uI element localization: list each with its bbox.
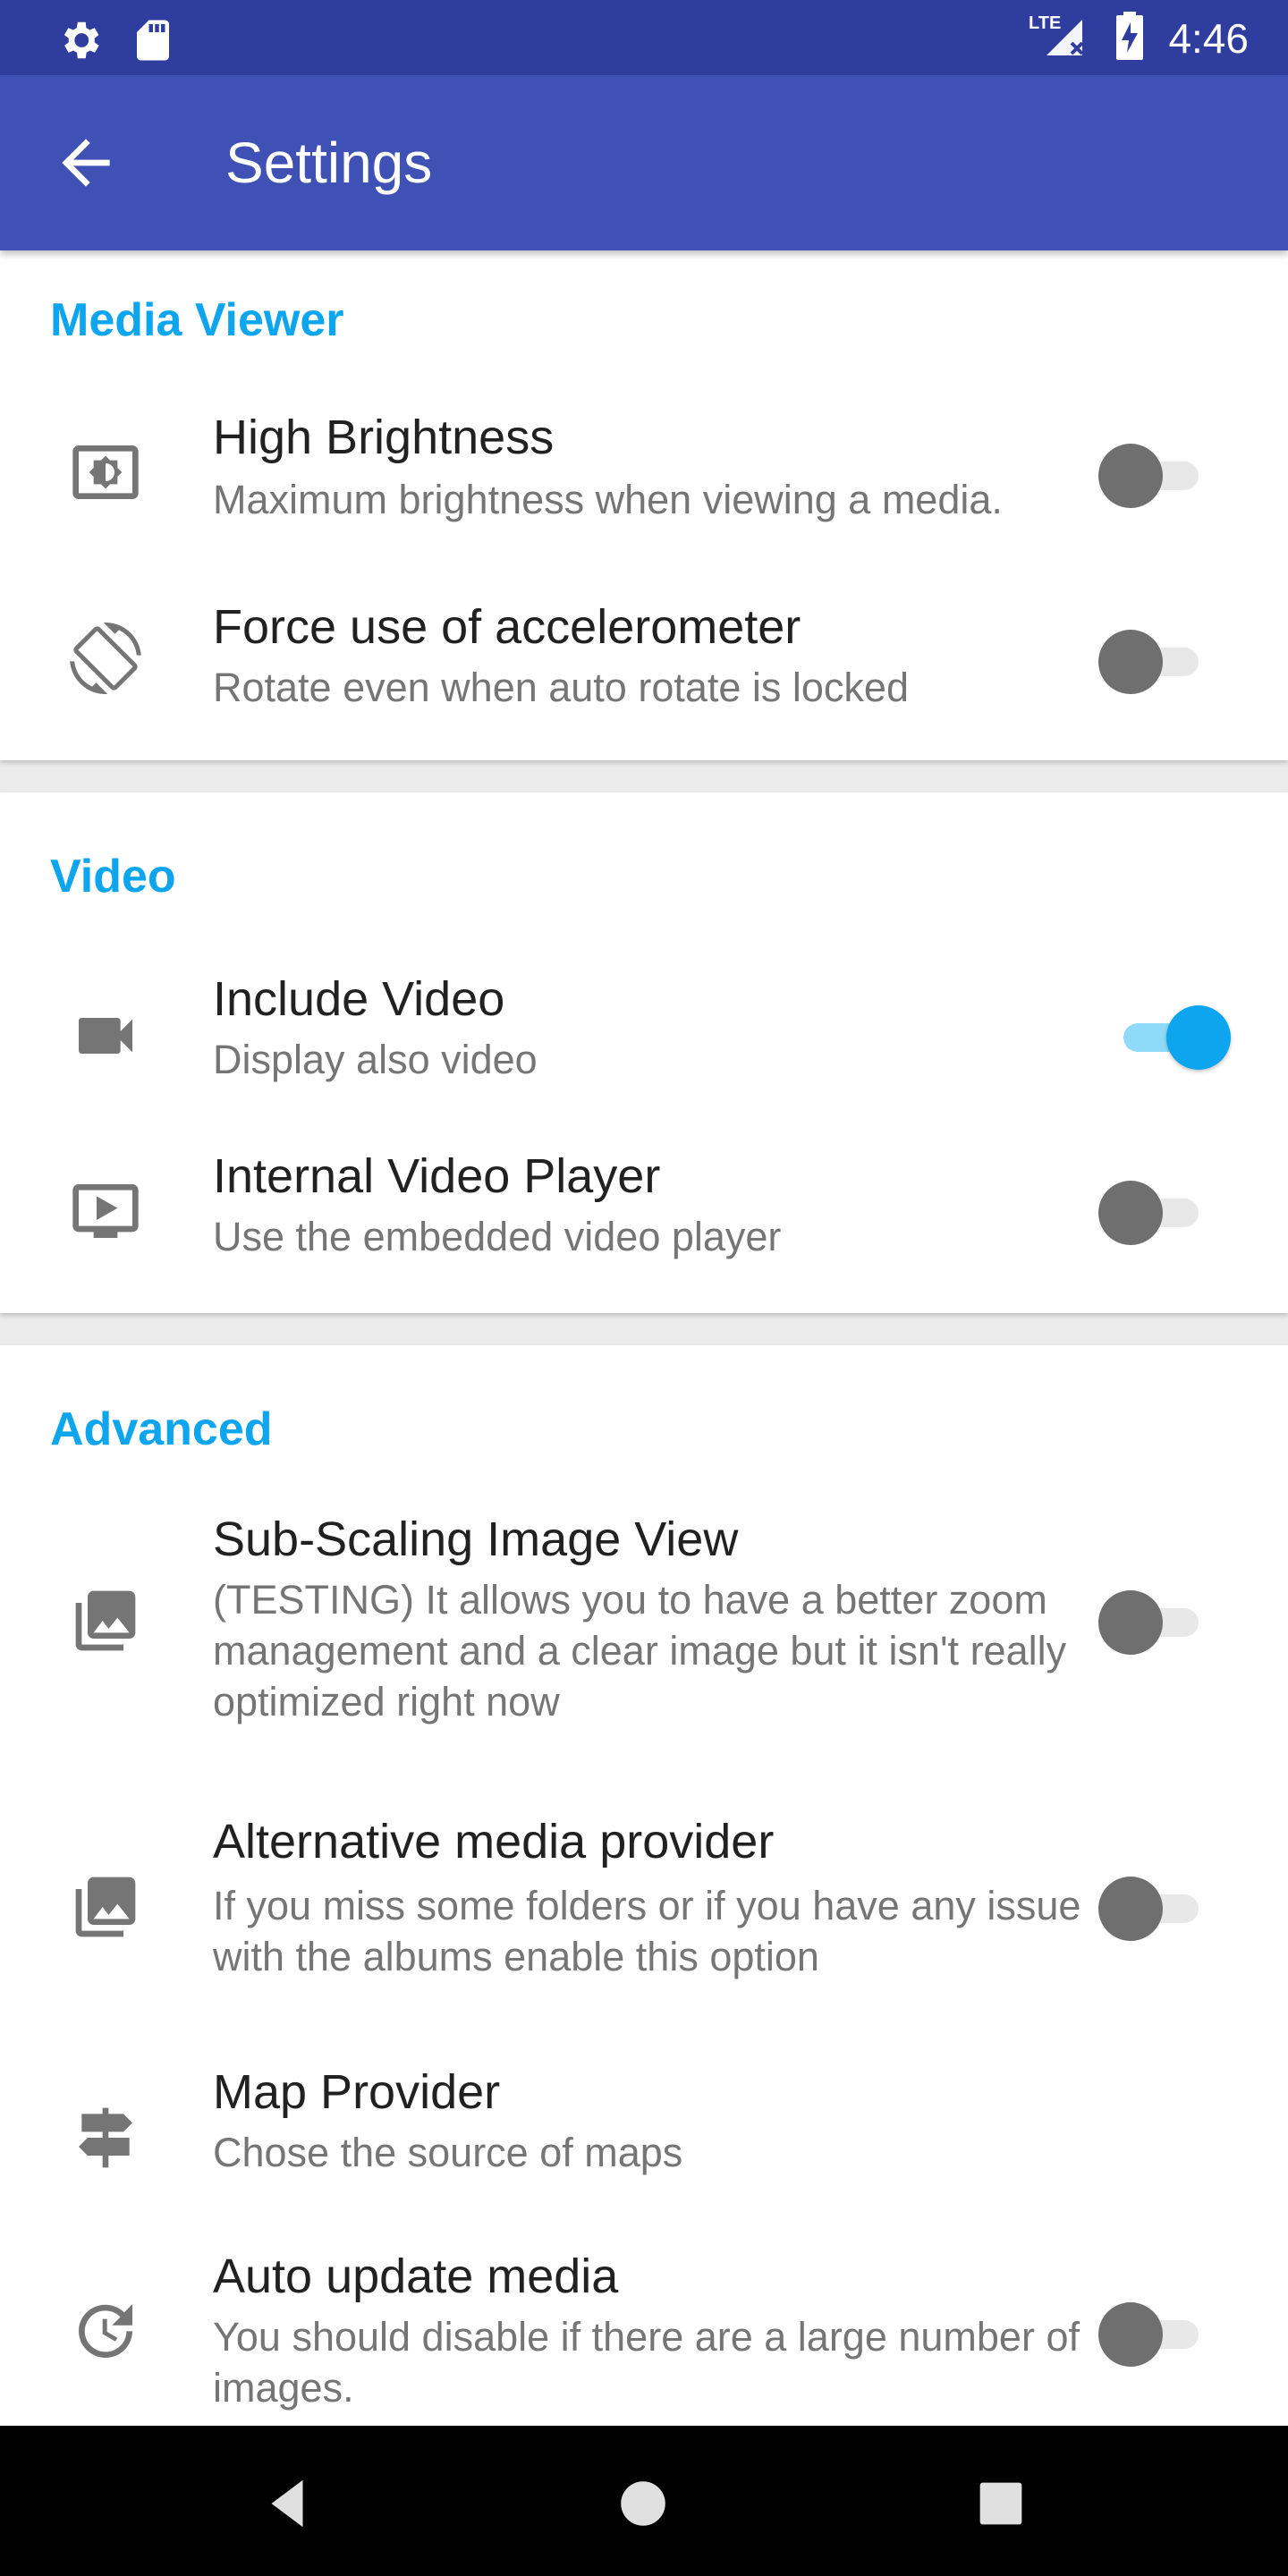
alternative-media-provider-switch[interactable] <box>1098 1871 1206 1943</box>
pref-summary: Chose the source of maps <box>213 2130 683 2175</box>
switch-thumb <box>1098 1877 1163 1941</box>
pref-summary: (TESTING) It allows you to have a better… <box>213 1577 1067 1724</box>
pref-include-video[interactable]: Include Video Display also video <box>0 945 1288 1123</box>
status-bar: LTE 4:46 <box>0 0 1288 75</box>
switch-thumb <box>1098 2302 1163 2367</box>
pref-summary: Display also video <box>213 1037 538 1082</box>
battery-charging-icon <box>1114 10 1145 66</box>
pref-title: Sub-Scaling Image View <box>213 1513 739 1566</box>
switch-thumb <box>1098 1590 1163 1655</box>
photo-library-icon <box>70 1871 141 1943</box>
auto-update-media-switch[interactable] <box>1098 2297 1206 2368</box>
brightness-icon <box>70 436 141 508</box>
pref-sub-scaling-image-view[interactable]: Sub-Scaling Image View (TESTING) It allo… <box>0 1503 1288 1789</box>
arrow-back-icon <box>50 139 122 202</box>
pref-title: Alternative media provider <box>213 1815 775 1868</box>
settings-icon <box>55 16 104 69</box>
svg-text:LTE: LTE <box>1029 13 1061 33</box>
navigation-bar <box>0 2426 1288 2576</box>
pref-internal-video-player[interactable]: Internal Video Player Use the embedded v… <box>0 1123 1288 1302</box>
sd-card-icon <box>131 16 175 69</box>
pref-title: Auto update media <box>213 2250 619 2303</box>
pref-title: High Brightness <box>213 411 555 464</box>
pref-alternative-media-provider[interactable]: Alternative media provider If you miss s… <box>0 1801 1288 2034</box>
include-video-switch[interactable] <box>1098 1000 1231 1072</box>
pref-force-accelerometer[interactable]: Force use of accelerometer Rotate even w… <box>0 572 1288 751</box>
status-bar-right-icons: LTE 4:46 <box>1029 9 1249 67</box>
section-advanced: Advanced Sub-Scaling Image View (TESTING… <box>0 1345 1288 2426</box>
app-bar: Settings <box>0 75 1288 250</box>
pref-title: Force use of accelerometer <box>213 600 801 654</box>
status-time: 4:46 <box>1168 14 1249 62</box>
section-video: Video Include Video Display also video I… <box>0 792 1288 1313</box>
pref-high-brightness[interactable]: High Brightness Maximum brightness when … <box>0 385 1288 564</box>
pref-auto-update-media[interactable]: Auto update media You should disable if … <box>0 2240 1288 2426</box>
section-title-media-viewer: Media Viewer <box>50 294 344 346</box>
pref-summary: Maximum brightness when viewing a media. <box>213 477 1003 522</box>
switch-thumb <box>1166 1005 1231 1070</box>
high-brightness-switch[interactable] <box>1098 438 1206 510</box>
pref-summary: If you miss some folders or if you have … <box>213 1883 1081 1979</box>
nav-back-icon <box>256 2479 318 2538</box>
page-title: Settings <box>225 131 433 195</box>
nav-home-button[interactable] <box>612 2472 674 2535</box>
back-button[interactable] <box>50 127 122 199</box>
status-bar-left-icons <box>55 16 175 69</box>
pref-title: Include Video <box>213 972 505 1026</box>
nav-back-button[interactable] <box>256 2472 318 2535</box>
internal-video-player-switch[interactable] <box>1098 1175 1206 1247</box>
signal-icon: LTE <box>1029 9 1091 67</box>
pref-title: Internal Video Player <box>213 1149 661 1203</box>
section-media-viewer: Media Viewer High Brightness Maximum bri… <box>0 250 1288 760</box>
pref-title: Map Provider <box>213 2065 501 2119</box>
video-player-icon <box>70 1175 141 1247</box>
switch-thumb <box>1098 444 1163 508</box>
section-title-advanced: Advanced <box>50 1403 273 1455</box>
screen-rotation-icon <box>70 623 141 694</box>
sub-scaling-switch[interactable] <box>1098 1585 1206 1657</box>
signpost-icon <box>70 2102 141 2174</box>
update-icon <box>70 2295 141 2367</box>
nav-recents-button[interactable] <box>970 2472 1032 2535</box>
photo-library-icon <box>70 1585 141 1657</box>
pref-summary: You should disable if there are a large … <box>213 2314 1080 2411</box>
pref-map-provider[interactable]: Map Provider Chose the source of maps <box>0 2052 1288 2231</box>
videocam-icon <box>70 1000 141 1072</box>
section-title-video: Video <box>50 851 176 902</box>
nav-home-icon <box>612 2481 674 2538</box>
switch-thumb <box>1098 630 1163 694</box>
force-accelerometer-switch[interactable] <box>1098 624 1206 696</box>
switch-thumb <box>1098 1181 1163 1245</box>
pref-summary: Rotate even when auto rotate is locked <box>213 665 909 710</box>
nav-recents-icon <box>970 2482 1032 2538</box>
pref-summary: Use the embedded video player <box>213 1214 782 1259</box>
